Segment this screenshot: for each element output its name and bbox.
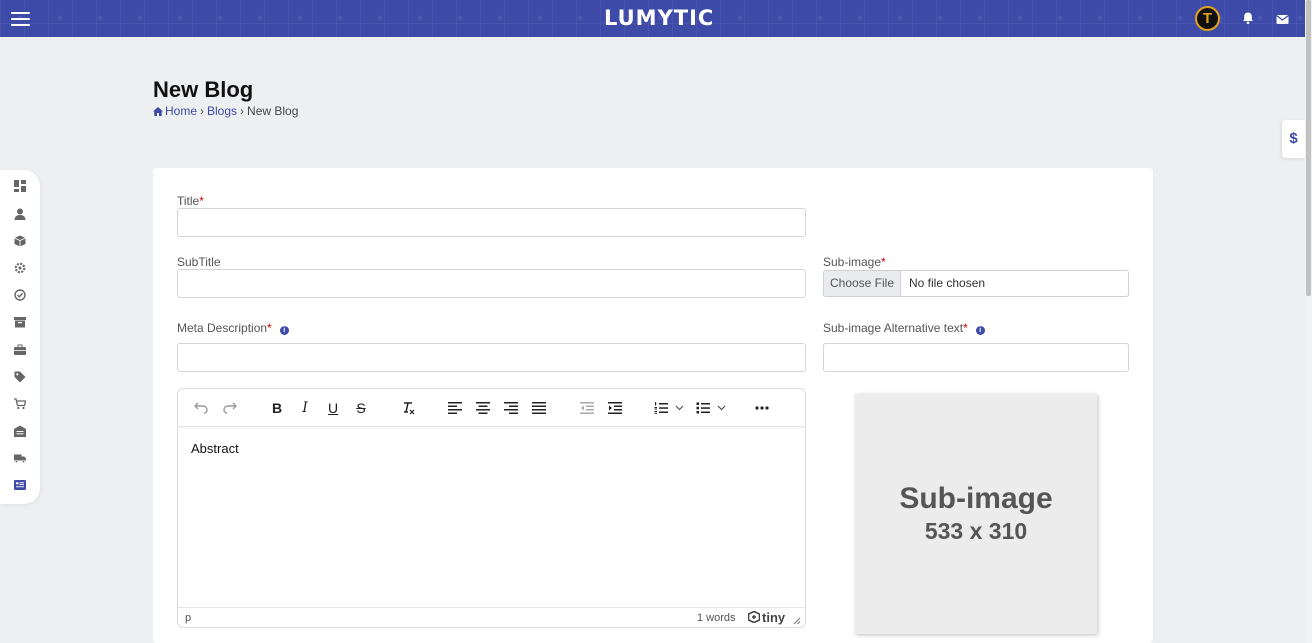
tag-icon[interactable] [14, 371, 26, 383]
breadcrumb-home-label: Home [165, 104, 198, 118]
outdent-icon[interactable] [578, 399, 596, 417]
breadcrumb-blogs[interactable]: Blogs [207, 104, 237, 118]
user-icon[interactable] [14, 208, 26, 220]
numbered-list-chevron-down-icon[interactable] [673, 399, 685, 417]
align-right-icon[interactable] [502, 399, 520, 417]
editor-content[interactable]: Abstract [191, 441, 239, 456]
breadcrumb-home[interactable]: Home [153, 104, 197, 118]
numbered-list-icon[interactable] [652, 399, 670, 417]
scrollbar-thumb[interactable] [1306, 0, 1311, 296]
cart-icon[interactable] [14, 398, 26, 410]
breadcrumb: Home › Blogs › New Blog [153, 104, 298, 118]
resize-handle-icon[interactable] [793, 616, 801, 625]
top-bar: LUMYTIC T [0, 0, 1305, 37]
align-center-icon[interactable] [474, 399, 492, 417]
meta-description-input[interactable] [177, 343, 806, 372]
required-mark: * [199, 194, 204, 208]
box-icon[interactable] [14, 235, 26, 247]
title-label-text: Title [177, 194, 200, 208]
avatar[interactable]: T [1195, 6, 1220, 31]
info-icon[interactable]: i [279, 326, 289, 335]
element-path[interactable]: p [185, 612, 191, 624]
tiny-logo[interactable]: tiny [747, 610, 786, 625]
title-label: Title* [177, 194, 204, 208]
bullet-list-icon[interactable] [694, 399, 712, 417]
subimage-file-input[interactable]: Choose File No file chosen [823, 270, 1129, 297]
tiny-icon [747, 610, 761, 624]
rich-text-editor: B I U S Abstract p 1 words tiny [177, 388, 806, 628]
redo-icon[interactable] [221, 399, 239, 417]
breadcrumb-separator: › [200, 104, 205, 118]
undo-icon[interactable] [192, 399, 210, 417]
currency-tab[interactable]: $ [1282, 120, 1305, 158]
editor-toolbar: B I U S [178, 389, 805, 427]
subtitle-label: SubTitle [177, 255, 221, 269]
choose-file-button[interactable]: Choose File [824, 271, 901, 296]
subimage-alt-input[interactable] [823, 343, 1129, 372]
home-icon [153, 107, 163, 116]
meta-description-label: Meta Description* i [177, 321, 289, 335]
subimage-preview-size: 533 x 310 [924, 518, 1028, 544]
archive-icon[interactable] [14, 316, 26, 328]
required-mark: * [963, 321, 968, 335]
briefcase-icon[interactable] [14, 344, 26, 356]
underline-icon[interactable]: U [324, 399, 342, 417]
meta-description-label-text: Meta Description [177, 321, 268, 335]
align-justify-icon[interactable] [530, 399, 548, 417]
italic-icon[interactable]: I [296, 399, 314, 417]
subimage-label-text: Sub-image [823, 255, 882, 269]
breadcrumb-current: New Blog [247, 104, 299, 118]
file-status: No file chosen [909, 276, 986, 290]
clear-formatting-icon[interactable] [399, 399, 417, 417]
breadcrumb-separator: › [240, 104, 245, 118]
side-nav [0, 170, 40, 504]
bullet-list-chevron-down-icon[interactable] [715, 399, 727, 417]
page-scrollbar[interactable] [1305, 0, 1312, 643]
blog-icon[interactable] [14, 479, 26, 491]
warehouse-icon[interactable] [14, 425, 26, 437]
blog-form-card: Title* SubTitle Sub-image* Choose File N… [153, 168, 1153, 643]
subimage-alt-label-text: Sub-image Alternative text [823, 321, 964, 335]
page-title: New Blog [153, 77, 254, 102]
indent-icon[interactable] [606, 399, 624, 417]
subimage-alt-label: Sub-image Alternative text* i [823, 321, 985, 335]
tiny-brand: tiny [762, 610, 786, 625]
check-circle-icon[interactable] [14, 289, 26, 301]
mail-icon[interactable] [1276, 12, 1289, 24]
subimage-label: Sub-image* [823, 255, 886, 269]
bell-icon[interactable] [1241, 11, 1255, 25]
subimage-preview: Sub-image 533 x 310 [855, 394, 1097, 634]
brand-logo[interactable]: LUMYTIC [604, 6, 714, 30]
truck-icon[interactable] [14, 452, 26, 464]
subimage-preview-title: Sub-image [899, 482, 1053, 515]
info-icon[interactable]: i [975, 326, 985, 335]
word-count: 1 words [697, 612, 736, 624]
required-mark: * [267, 321, 272, 335]
strikethrough-icon[interactable]: S [352, 399, 370, 417]
gear-icon[interactable] [14, 262, 26, 274]
title-input[interactable] [177, 208, 806, 237]
dashboard-icon[interactable] [14, 180, 26, 192]
required-mark: * [881, 255, 886, 269]
subtitle-input[interactable] [177, 269, 806, 298]
align-left-icon[interactable] [446, 399, 464, 417]
more-options-icon[interactable] [753, 399, 771, 417]
editor-statusbar: p 1 words tiny [178, 607, 805, 627]
menu-icon[interactable] [11, 12, 30, 26]
bold-icon[interactable]: B [268, 399, 286, 417]
